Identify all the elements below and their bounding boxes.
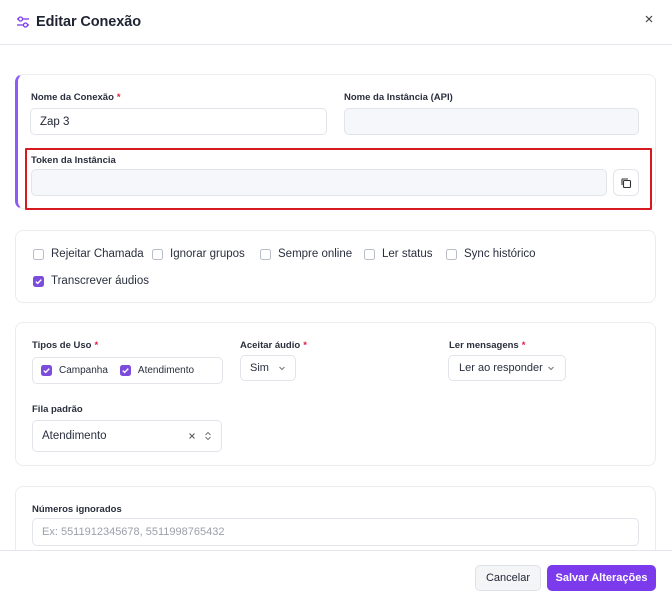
usage-types-group: Campanha Atendimento <box>32 357 223 384</box>
chevron-down-icon <box>278 364 286 372</box>
option-sync-history[interactable]: Sync histórico <box>446 248 536 260</box>
sliders-icon <box>16 15 30 29</box>
instance-name-label: Nome da Instância (API) <box>344 92 453 103</box>
token-label: Token da Instância <box>31 155 116 166</box>
checkbox[interactable] <box>364 248 375 260</box>
accept-audio-select[interactable]: Sim <box>240 355 296 381</box>
option-label: Sync histórico <box>464 248 536 260</box>
option-label: Transcrever áudios <box>51 275 150 287</box>
dialog-body[interactable]: Nome da Conexão * Zap 3 Nome da Instância… <box>0 46 672 550</box>
connection-name-value: Zap 3 <box>40 115 70 128</box>
checkbox-checked[interactable] <box>33 275 44 287</box>
ignored-numbers-input[interactable]: Ex: 5511912345678, 5511998765432 <box>32 518 639 546</box>
cancel-button[interactable]: Cancelar <box>475 565 541 591</box>
options-card: Rejeitar Chamada Ignorar grupos Sempre o… <box>15 230 656 303</box>
checkbox[interactable] <box>33 248 44 260</box>
usage-card: Tipos de Uso * Campanha Atendimento Acei… <box>15 322 656 466</box>
accept-audio-label: Aceitar áudio * <box>240 340 307 351</box>
option-label: Ignorar grupos <box>170 248 245 260</box>
connection-name-input[interactable]: Zap 3 <box>30 108 327 135</box>
token-input[interactable] <box>31 169 607 196</box>
copy-icon <box>620 177 632 189</box>
ignored-numbers-placeholder: Ex: 5511912345678, 5511998765432 <box>42 526 225 538</box>
close-icon[interactable] <box>640 10 658 28</box>
ignored-numbers-label: Números ignorados <box>32 504 122 515</box>
checkbox-checked[interactable] <box>41 365 52 376</box>
chevron-down-icon <box>547 364 555 372</box>
usage-type-label: Campanha <box>59 365 108 376</box>
option-ignore-groups[interactable]: Ignorar grupos <box>152 248 245 260</box>
option-reject-call[interactable]: Rejeitar Chamada <box>33 248 144 260</box>
option-transcribe-audio[interactable]: Transcrever áudios <box>33 275 149 287</box>
default-queue-value: Atendimento <box>42 430 107 442</box>
usage-type-label: Atendimento <box>137 365 195 376</box>
option-label: Ler status <box>382 248 433 260</box>
default-queue-select[interactable]: Atendimento <box>32 420 222 452</box>
ignored-numbers-card: Números ignorados Ex: 5511912345678, 551… <box>15 486 656 550</box>
option-label: Sempre online <box>278 248 353 260</box>
dialog-footer: Cancelar Salvar Alterações <box>0 550 672 606</box>
instance-name-input[interactable] <box>344 108 639 135</box>
default-queue-label: Fila padrão <box>32 404 83 415</box>
read-messages-select[interactable]: Ler ao responder <box>448 355 566 381</box>
chevron-up-down-icon <box>204 431 212 441</box>
save-changes-button[interactable]: Salvar Alterações <box>547 565 656 591</box>
usage-type-service[interactable]: Atendimento <box>119 365 195 376</box>
option-always-online[interactable]: Sempre online <box>260 248 352 260</box>
edit-connection-dialog: Editar Conexão Nome da Conexão * Zap 3 No… <box>0 0 672 606</box>
connection-card: Nome da Conexão * Zap 3 Nome da Instância… <box>15 74 656 210</box>
read-messages-value: Ler ao responder <box>459 362 543 374</box>
dialog-header: Editar Conexão <box>0 0 672 45</box>
usage-type-campaign[interactable]: Campanha <box>41 365 108 376</box>
clear-icon[interactable] <box>188 432 196 440</box>
checkbox[interactable] <box>260 248 271 260</box>
usage-types-label: Tipos de Uso * <box>32 340 99 351</box>
option-read-status[interactable]: Ler status <box>364 248 433 260</box>
accept-audio-value: Sim <box>250 362 269 374</box>
connection-name-label: Nome da Conexão * <box>31 92 121 103</box>
dialog-title: Editar Conexão <box>36 14 141 30</box>
read-messages-label: Ler mensagens * <box>449 340 526 351</box>
copy-token-button[interactable] <box>613 169 639 196</box>
checkbox[interactable] <box>446 248 457 260</box>
checkbox[interactable] <box>152 248 163 260</box>
checkbox-checked[interactable] <box>119 365 131 376</box>
option-label: Rejeitar Chamada <box>51 248 144 260</box>
